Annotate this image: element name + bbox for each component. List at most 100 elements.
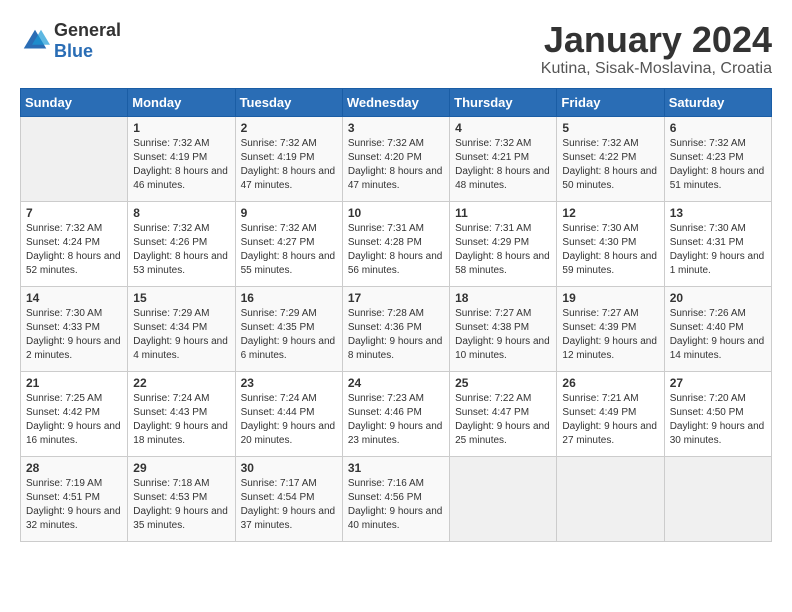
calendar-cell: 12 Sunrise: 7:30 AM Sunset: 4:30 PM Dayl… <box>557 201 664 286</box>
header-wednesday: Wednesday <box>342 88 449 116</box>
calendar-cell: 25 Sunrise: 7:22 AM Sunset: 4:47 PM Dayl… <box>450 371 557 456</box>
day-number: 13 <box>670 206 766 220</box>
daylight-text: Daylight: 9 hours and 18 minutes. <box>133 420 229 448</box>
sunset-text: Sunset: 4:49 PM <box>562 406 658 420</box>
sunrise-text: Sunrise: 7:24 AM <box>241 392 337 406</box>
header-thursday: Thursday <box>450 88 557 116</box>
day-number: 17 <box>348 291 444 305</box>
day-number: 9 <box>241 206 337 220</box>
calendar-cell: 1 Sunrise: 7:32 AM Sunset: 4:19 PM Dayli… <box>128 116 235 201</box>
day-number: 6 <box>670 121 766 135</box>
sunrise-text: Sunrise: 7:20 AM <box>670 392 766 406</box>
header-friday: Friday <box>557 88 664 116</box>
calendar-cell: 14 Sunrise: 7:30 AM Sunset: 4:33 PM Dayl… <box>21 286 128 371</box>
sunrise-text: Sunrise: 7:32 AM <box>562 137 658 151</box>
sunset-text: Sunset: 4:36 PM <box>348 321 444 335</box>
calendar-cell: 6 Sunrise: 7:32 AM Sunset: 4:23 PM Dayli… <box>664 116 771 201</box>
sunrise-text: Sunrise: 7:29 AM <box>133 307 229 321</box>
day-number: 31 <box>348 461 444 475</box>
sunrise-text: Sunrise: 7:23 AM <box>348 392 444 406</box>
day-number: 7 <box>26 206 122 220</box>
sunset-text: Sunset: 4:22 PM <box>562 151 658 165</box>
sunrise-text: Sunrise: 7:21 AM <box>562 392 658 406</box>
day-info: Sunrise: 7:30 AM Sunset: 4:31 PM Dayligh… <box>670 222 766 278</box>
location-title: Kutina, Sisak-Moslavina, Croatia <box>541 60 772 78</box>
sunrise-text: Sunrise: 7:18 AM <box>133 477 229 491</box>
day-number: 10 <box>348 206 444 220</box>
daylight-text: Daylight: 9 hours and 1 minute. <box>670 250 766 278</box>
calendar-cell: 29 Sunrise: 7:18 AM Sunset: 4:53 PM Dayl… <box>128 456 235 541</box>
day-number: 14 <box>26 291 122 305</box>
calendar-cell: 17 Sunrise: 7:28 AM Sunset: 4:36 PM Dayl… <box>342 286 449 371</box>
daylight-text: Daylight: 9 hours and 2 minutes. <box>26 335 122 363</box>
sunset-text: Sunset: 4:46 PM <box>348 406 444 420</box>
calendar-cell: 3 Sunrise: 7:32 AM Sunset: 4:20 PM Dayli… <box>342 116 449 201</box>
header-row: SundayMondayTuesdayWednesdayThursdayFrid… <box>21 88 772 116</box>
daylight-text: Daylight: 8 hours and 59 minutes. <box>562 250 658 278</box>
calendar-cell: 11 Sunrise: 7:31 AM Sunset: 4:29 PM Dayl… <box>450 201 557 286</box>
sunset-text: Sunset: 4:19 PM <box>241 151 337 165</box>
day-number: 18 <box>455 291 551 305</box>
day-info: Sunrise: 7:23 AM Sunset: 4:46 PM Dayligh… <box>348 392 444 448</box>
calendar-cell: 31 Sunrise: 7:16 AM Sunset: 4:56 PM Dayl… <box>342 456 449 541</box>
sunset-text: Sunset: 4:24 PM <box>26 236 122 250</box>
daylight-text: Daylight: 9 hours and 23 minutes. <box>348 420 444 448</box>
day-info: Sunrise: 7:31 AM Sunset: 4:28 PM Dayligh… <box>348 222 444 278</box>
daylight-text: Daylight: 9 hours and 40 minutes. <box>348 505 444 533</box>
daylight-text: Daylight: 8 hours and 50 minutes. <box>562 165 658 193</box>
calendar-cell: 23 Sunrise: 7:24 AM Sunset: 4:44 PM Dayl… <box>235 371 342 456</box>
header-saturday: Saturday <box>664 88 771 116</box>
week-row-5: 28 Sunrise: 7:19 AM Sunset: 4:51 PM Dayl… <box>21 456 772 541</box>
daylight-text: Daylight: 9 hours and 20 minutes. <box>241 420 337 448</box>
daylight-text: Daylight: 9 hours and 10 minutes. <box>455 335 551 363</box>
sunset-text: Sunset: 4:56 PM <box>348 491 444 505</box>
calendar-cell: 27 Sunrise: 7:20 AM Sunset: 4:50 PM Dayl… <box>664 371 771 456</box>
sunset-text: Sunset: 4:23 PM <box>670 151 766 165</box>
day-number: 26 <box>562 376 658 390</box>
page-header: General Blue January 2024 Kutina, Sisak-… <box>20 20 772 78</box>
calendar-table: SundayMondayTuesdayWednesdayThursdayFrid… <box>20 88 772 542</box>
day-info: Sunrise: 7:32 AM Sunset: 4:19 PM Dayligh… <box>241 137 337 193</box>
title-block: January 2024 Kutina, Sisak-Moslavina, Cr… <box>541 20 772 78</box>
sunset-text: Sunset: 4:28 PM <box>348 236 444 250</box>
daylight-text: Daylight: 8 hours and 51 minutes. <box>670 165 766 193</box>
header-sunday: Sunday <box>21 88 128 116</box>
day-number: 8 <box>133 206 229 220</box>
calendar-cell: 19 Sunrise: 7:27 AM Sunset: 4:39 PM Dayl… <box>557 286 664 371</box>
week-row-2: 7 Sunrise: 7:32 AM Sunset: 4:24 PM Dayli… <box>21 201 772 286</box>
daylight-text: Daylight: 9 hours and 37 minutes. <box>241 505 337 533</box>
sunset-text: Sunset: 4:43 PM <box>133 406 229 420</box>
header-tuesday: Tuesday <box>235 88 342 116</box>
day-number: 24 <box>348 376 444 390</box>
day-info: Sunrise: 7:32 AM Sunset: 4:23 PM Dayligh… <box>670 137 766 193</box>
sunrise-text: Sunrise: 7:16 AM <box>348 477 444 491</box>
sunset-text: Sunset: 4:54 PM <box>241 491 337 505</box>
day-info: Sunrise: 7:32 AM Sunset: 4:19 PM Dayligh… <box>133 137 229 193</box>
sunrise-text: Sunrise: 7:22 AM <box>455 392 551 406</box>
day-number: 25 <box>455 376 551 390</box>
sunset-text: Sunset: 4:44 PM <box>241 406 337 420</box>
day-info: Sunrise: 7:19 AM Sunset: 4:51 PM Dayligh… <box>26 477 122 533</box>
calendar-cell: 18 Sunrise: 7:27 AM Sunset: 4:38 PM Dayl… <box>450 286 557 371</box>
day-number: 12 <box>562 206 658 220</box>
sunset-text: Sunset: 4:50 PM <box>670 406 766 420</box>
logo-blue: Blue <box>54 41 93 61</box>
calendar-cell: 10 Sunrise: 7:31 AM Sunset: 4:28 PM Dayl… <box>342 201 449 286</box>
day-info: Sunrise: 7:27 AM Sunset: 4:38 PM Dayligh… <box>455 307 551 363</box>
day-info: Sunrise: 7:24 AM Sunset: 4:44 PM Dayligh… <box>241 392 337 448</box>
daylight-text: Daylight: 8 hours and 47 minutes. <box>241 165 337 193</box>
day-info: Sunrise: 7:32 AM Sunset: 4:24 PM Dayligh… <box>26 222 122 278</box>
day-info: Sunrise: 7:24 AM Sunset: 4:43 PM Dayligh… <box>133 392 229 448</box>
daylight-text: Daylight: 9 hours and 30 minutes. <box>670 420 766 448</box>
calendar-cell <box>664 456 771 541</box>
sunset-text: Sunset: 4:42 PM <box>26 406 122 420</box>
day-number: 29 <box>133 461 229 475</box>
calendar-cell: 13 Sunrise: 7:30 AM Sunset: 4:31 PM Dayl… <box>664 201 771 286</box>
calendar-cell: 30 Sunrise: 7:17 AM Sunset: 4:54 PM Dayl… <box>235 456 342 541</box>
month-title: January 2024 <box>541 20 772 60</box>
day-number: 28 <box>26 461 122 475</box>
daylight-text: Daylight: 8 hours and 56 minutes. <box>348 250 444 278</box>
day-info: Sunrise: 7:22 AM Sunset: 4:47 PM Dayligh… <box>455 392 551 448</box>
calendar-cell <box>450 456 557 541</box>
day-info: Sunrise: 7:30 AM Sunset: 4:33 PM Dayligh… <box>26 307 122 363</box>
